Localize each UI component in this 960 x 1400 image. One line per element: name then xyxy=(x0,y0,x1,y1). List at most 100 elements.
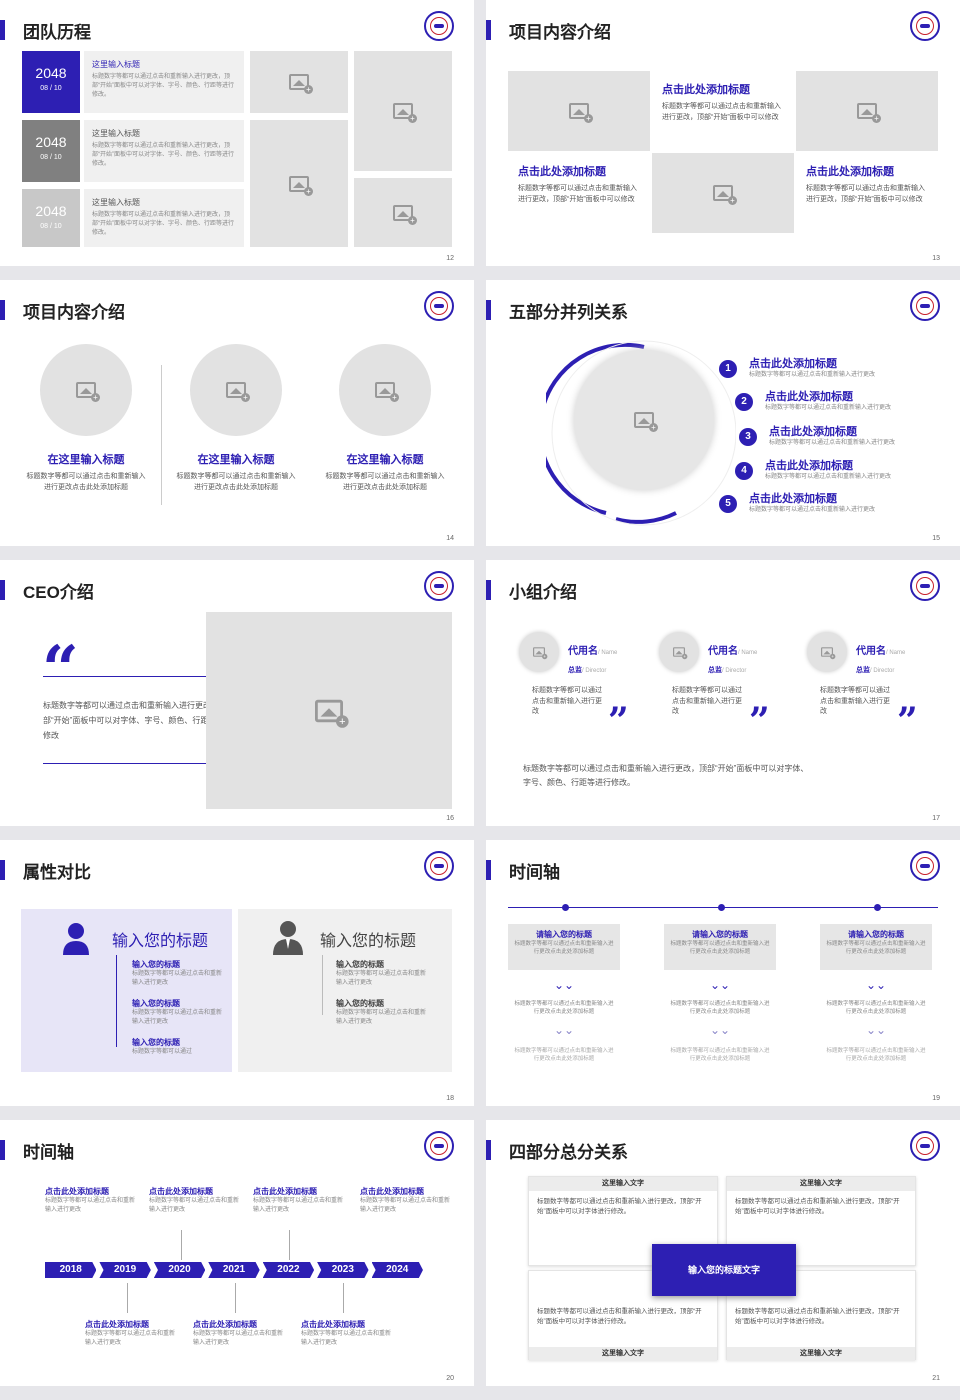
cell-text: 标题数字等都可以通过点击和重新输入进行更改，顶部“开始”面板中可以修改 xyxy=(518,185,637,203)
event-bottom: 点击此处添加标题 标题数字等都可以通过点击和重新输入进行更改 xyxy=(85,1319,175,1348)
image-placeholder[interactable] xyxy=(574,350,714,490)
image-placeholder[interactable] xyxy=(354,178,452,247)
chevron-down-icon: ⌄⌄ xyxy=(866,978,887,992)
timeline-card: 请输入您的标题 标题数字等都可以通过点击和重新输入进行更改点击此处添加标题 xyxy=(664,924,776,970)
item-title: 输入您的标题 xyxy=(132,960,180,969)
box-text: 标题数字等都可以通过点击和重新输入进行更改，顶部“开始”面板中可以对字体进行修改… xyxy=(735,1198,900,1215)
logo-icon xyxy=(910,571,940,601)
history-year-box: 2048 08 / 10 xyxy=(22,189,80,247)
date-label: 08 / 10 xyxy=(40,85,62,92)
title-accent xyxy=(0,1140,5,1160)
event-bottom: 点击此处添加标题 标题数字等都可以通过点击和重新输入进行更改 xyxy=(193,1319,283,1348)
cell-title: 点击此处添加标题 xyxy=(662,84,750,96)
compare-panel-right: 输入您的标题 输入您的标题 标题数字等都可以通过点击和重新输入进行更改 输入您的标… xyxy=(238,909,452,1072)
slide-title: 团队历程 xyxy=(23,23,91,42)
event-top: 点击此处添加标题 标题数字等都可以通过点击和重新输入进行更改 xyxy=(149,1186,239,1215)
page-number: 16 xyxy=(446,815,454,822)
logo-icon xyxy=(424,291,454,321)
member-name: 代用名 xyxy=(568,646,598,657)
column-text: 标题数字等都可以通过点击和重新输入进行更改点击此处添加标题 xyxy=(26,473,146,491)
bottom-text: 标题数字等都可以通过点击和重新输入进行更改，顶部“开始”面板中可以对字体、字号、… xyxy=(523,764,809,788)
number-badge: 3 xyxy=(739,428,757,446)
image-placeholder[interactable] xyxy=(339,344,431,436)
logo-icon xyxy=(910,1131,940,1161)
history-item: 这里输入标题 标题数字等都可以通过点击和重新输入进行更改，顶部“开始”面板中可以对… xyxy=(84,189,244,247)
panel-heading: 输入您的标题 xyxy=(112,933,209,950)
column-title: 在这里输入标题 xyxy=(47,454,125,466)
year-segment: 2022 xyxy=(262,1262,315,1278)
avatar[interactable] xyxy=(807,632,847,672)
history-title: 这里输入标题 xyxy=(92,129,140,138)
connector xyxy=(235,1283,236,1313)
title-accent xyxy=(486,20,491,40)
timeline-line xyxy=(116,955,117,1047)
page-number: 15 xyxy=(932,535,940,542)
year-label: 2048 xyxy=(35,65,67,81)
image-icon xyxy=(821,647,836,660)
item-text: 标题数字等都可以通过点击和重新输入进行更改 xyxy=(769,440,896,446)
member-info: 代用名/ Name 总监/ Director xyxy=(856,641,905,677)
cell-text: 标题数字等都可以通过点击和重新输入进行更改，顶部“开始”面板中可以修改 xyxy=(662,103,781,121)
member-role: 总监 xyxy=(568,667,582,674)
logo-icon xyxy=(424,11,454,41)
slide-team-history: 团队历程 2048 08 / 10 这里输入标题 标题数字等都可以通过点击和重新输入… xyxy=(0,0,474,266)
member-role: 总监 xyxy=(856,667,870,674)
slide-timeline-years: 时间轴 点击此处添加标题 标题数字等都可以通过点击和重新输入进行更改 点击此处添加… xyxy=(0,1120,474,1386)
slide-ceo-intro: CEO介绍 “ 标题数字等都可以通过点击和重新输入进行更改，顶部“开始”面板中可… xyxy=(0,560,474,826)
event-bottom: 点击此处添加标题 标题数字等都可以通过点击和重新输入进行更改 xyxy=(301,1319,391,1348)
image-placeholder[interactable] xyxy=(652,153,794,233)
title-accent xyxy=(0,20,5,40)
avatar[interactable] xyxy=(659,632,699,672)
card-title: 请输入您的标题 xyxy=(848,930,904,939)
history-year-box: 2048 08 / 10 xyxy=(22,120,80,182)
image-icon xyxy=(375,382,399,402)
date-label: 08 / 10 xyxy=(40,223,62,230)
box-text: 标题数字等都可以通过点击和重新输入进行更改，顶部“开始”面板中可以对字体进行修改… xyxy=(537,1198,702,1215)
connector xyxy=(289,1230,290,1260)
chevron-down-icon: ⌄⌄ xyxy=(710,978,731,992)
image-placeholder[interactable] xyxy=(190,344,282,436)
logo-icon xyxy=(424,1131,454,1161)
image-placeholder[interactable] xyxy=(250,120,348,247)
column-title: 在这里输入标题 xyxy=(346,454,424,466)
image-placeholder[interactable] xyxy=(206,612,452,809)
card-text: 标题数字等都可以通过点击和重新输入进行更改点击此处添加标题 xyxy=(514,941,614,956)
year-segment: 2020 xyxy=(153,1262,206,1278)
column: 在这里输入标题 标题数字等都可以通过点击和重新输入进行更改点击此处添加标题 xyxy=(176,451,296,493)
step-text: 标题数字等都可以通过点击和重新输入进行更改点击此处添加标题 xyxy=(514,1048,614,1063)
center-title-box[interactable]: 输入您的标题文字 xyxy=(652,1244,796,1296)
history-item: 这里输入标题 标题数字等都可以通过点击和重新输入进行更改，顶部“开始”面板中可以对… xyxy=(84,51,244,113)
step-text: 标题数字等都可以通过点击和重新输入进行更改点击此处添加标题 xyxy=(670,1001,770,1016)
slide-attribute-compare: 属性对比 输入您的标题 输入您的标题 标题数字等都可以通过点击和重新输入进行更改 … xyxy=(0,840,474,1106)
avatar[interactable] xyxy=(519,632,559,672)
chevron-down-icon: ⌄⌄ xyxy=(866,1023,887,1037)
date-label: 08 / 10 xyxy=(40,154,62,161)
image-icon xyxy=(533,647,548,660)
item-title: 点击此处添加标题 xyxy=(769,426,857,438)
image-placeholder[interactable] xyxy=(354,51,452,171)
title-accent xyxy=(0,860,5,880)
image-icon xyxy=(76,382,100,402)
timeline-line xyxy=(322,955,323,1015)
member-name-en: / Name xyxy=(598,650,618,656)
box-head: 这里输入文字 xyxy=(529,1177,717,1191)
slide-title: 五部分并列关系 xyxy=(509,303,628,322)
quote-open-icon: “ xyxy=(42,632,79,707)
timeline-dot xyxy=(874,904,881,911)
item-text: 标题数字等都可以通过点击和重新输入进行更改 xyxy=(749,507,876,513)
event-top: 点击此处添加标题 标题数字等都可以通过点击和重新输入进行更改 xyxy=(360,1186,450,1215)
slide-timeline-cols: 时间轴 请输入您的标题 标题数字等都可以通过点击和重新输入进行更改点击此处添加标题… xyxy=(486,840,960,1106)
image-placeholder[interactable] xyxy=(796,71,938,151)
title-accent xyxy=(486,860,491,880)
image-placeholder[interactable] xyxy=(508,71,650,151)
year-segment: 2019 xyxy=(99,1262,151,1278)
slide-title: 项目内容介绍 xyxy=(509,23,611,42)
event-text: 标题数字等都可以通过点击和重新输入进行更改 xyxy=(360,1198,451,1213)
event-text: 标题数字等都可以通过点击和重新输入进行更改 xyxy=(193,1331,284,1346)
member-role-en: / Director xyxy=(582,668,607,674)
chevron-down-icon: ⌄⌄ xyxy=(554,978,575,992)
image-placeholder[interactable] xyxy=(250,51,348,113)
item-text: 标题数字等都可以通过点击和重新输入进行更改 xyxy=(336,971,427,986)
image-placeholder[interactable] xyxy=(40,344,132,436)
year-label: 2048 xyxy=(35,134,67,150)
